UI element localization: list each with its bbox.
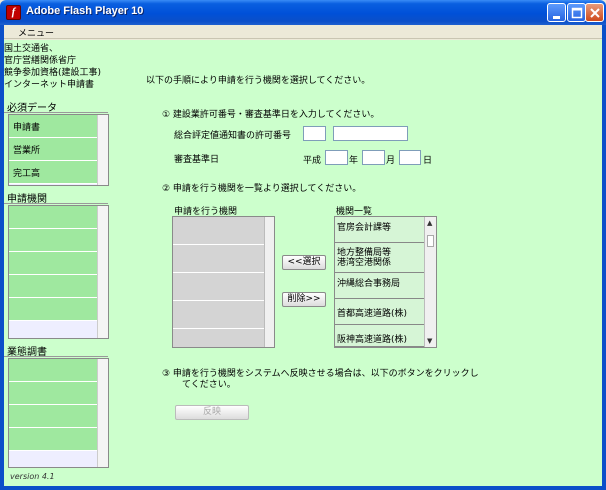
license-number-input[interactable] xyxy=(333,126,408,141)
list-item[interactable] xyxy=(9,405,97,428)
list-item-label: 官房会計課等 xyxy=(337,223,392,233)
apply-button[interactable]: 反映 xyxy=(175,405,249,420)
list-item[interactable] xyxy=(173,301,264,329)
remove-button[interactable]: 削除>> xyxy=(282,292,326,307)
scrollbar[interactable] xyxy=(97,359,108,467)
minimize-icon xyxy=(553,16,560,19)
sidebar-item-office[interactable]: 営業所 xyxy=(9,138,97,161)
list-item[interactable]: 地方整備局等 港湾空港関係 xyxy=(335,243,424,273)
license-prefix-input[interactable] xyxy=(303,126,326,141)
list-item[interactable]: 阪神高速道路(株) xyxy=(335,325,424,347)
list-item[interactable] xyxy=(173,245,264,273)
step3-label: ③ 申請を行う機関をシステムへ反映させる場合は、以下のボタンをクリックし てくだ… xyxy=(162,369,502,391)
scroll-up-icon[interactable]: ▲ xyxy=(427,219,432,227)
step2-label: ② 申請を行う機関を一覧より選択してください。 xyxy=(162,184,362,194)
list-item[interactable] xyxy=(173,217,264,245)
era-label: 平成 xyxy=(303,156,322,166)
window-border-bottom xyxy=(0,486,606,490)
app-content: 国土交通省、 官庁営繕関係省庁 競争参加資格(建設工事) インターネット申請書 … xyxy=(4,40,602,486)
list-item[interactable] xyxy=(9,229,97,252)
year-unit-label: 年 xyxy=(349,156,359,166)
agency-list[interactable]: 官房会計課等 地方整備局等 港湾空港関係 沖縄総合事務局 首都高速道路(株) 阪… xyxy=(334,216,437,348)
flash-player-icon: f xyxy=(6,5,21,20)
app-name-line: 国土交通省、 xyxy=(4,44,59,54)
menu-bar: メニュー xyxy=(4,25,602,39)
divider xyxy=(4,203,108,204)
scroll-thumb[interactable] xyxy=(427,235,434,247)
scrollbar[interactable] xyxy=(264,217,274,347)
list-item[interactable]: 沖縄総合事務局 xyxy=(335,273,424,299)
app-name-line: インターネット申請書 xyxy=(4,80,95,90)
scrollbar[interactable] xyxy=(97,206,108,338)
review-date-label: 審査基準日 xyxy=(174,155,220,165)
day-unit-label: 日 xyxy=(423,156,433,166)
menu-item-menu[interactable]: メニュー xyxy=(18,26,54,39)
list-item[interactable] xyxy=(9,252,97,275)
license-number-label: 総合評定値通知書の許可番号 xyxy=(174,131,292,141)
divider xyxy=(4,112,108,113)
list-item[interactable]: 首都高速道路(株) xyxy=(335,299,424,325)
close-icon xyxy=(590,8,600,18)
window-border-right xyxy=(602,25,606,490)
list-item[interactable]: 官房会計課等 xyxy=(335,217,424,243)
list-item-label: 沖縄総合事務局 xyxy=(337,279,401,289)
list-item[interactable] xyxy=(9,206,97,229)
list-item-label: 港湾空港関係 xyxy=(337,258,392,268)
list-item[interactable] xyxy=(9,428,97,451)
list-item[interactable] xyxy=(9,275,97,298)
step1-label: ① 建設業許可番号・審査基準日を入力してください。 xyxy=(162,110,380,120)
list-item-label: 首都高速道路(株) xyxy=(337,309,408,319)
day-input[interactable] xyxy=(399,150,421,165)
list-item-label: 地方整備局等 xyxy=(337,248,392,258)
business-survey-list xyxy=(8,358,109,468)
list-item[interactable] xyxy=(173,273,264,301)
apply-agency-list xyxy=(8,205,109,339)
instruction-text: 以下の手順により申請を行う機関を選択してください。 xyxy=(146,76,371,86)
month-unit-label: 月 xyxy=(386,156,396,166)
app-name-line: 官庁営繕関係省庁 xyxy=(4,56,77,66)
list-item[interactable] xyxy=(9,298,97,321)
sidebar-item-completed-works[interactable]: 完工高 xyxy=(9,161,97,184)
app-name-line: 競争参加資格(建設工事) xyxy=(4,68,102,78)
window-title: Adobe Flash Player 10 xyxy=(26,5,144,17)
minimize-button[interactable] xyxy=(547,3,566,22)
select-button[interactable]: <<選択 xyxy=(282,255,326,270)
selected-agencies-list[interactable] xyxy=(172,216,275,348)
list-item-label: 阪神高速道路(株) xyxy=(337,335,408,345)
scrollbar[interactable]: ▲ ▼ xyxy=(424,217,436,347)
scrollbar[interactable] xyxy=(97,115,108,185)
year-input[interactable] xyxy=(325,150,348,165)
month-input[interactable] xyxy=(362,150,385,165)
version-label: version 4.1 xyxy=(10,472,55,481)
maximize-button[interactable] xyxy=(567,3,586,22)
step3-label-line: ③ 申請を行う機関をシステムへ反映させる場合は、以下のボタンをクリックし xyxy=(162,369,479,379)
sidebar-item-application[interactable]: 申請書 xyxy=(9,115,97,138)
divider xyxy=(4,356,108,357)
list-item[interactable] xyxy=(9,382,97,405)
step3-label-line: てください。 xyxy=(182,380,236,390)
scroll-down-icon[interactable]: ▼ xyxy=(427,337,432,345)
title-bar[interactable]: f Adobe Flash Player 10 xyxy=(0,0,606,25)
close-button[interactable] xyxy=(585,3,604,22)
list-item[interactable] xyxy=(9,359,97,382)
required-data-list: 申請書 営業所 完工高 xyxy=(8,114,109,186)
app-name: 国土交通省、 官庁営繕関係省庁 競争参加資格(建設工事) インターネット申請書 xyxy=(4,43,101,91)
